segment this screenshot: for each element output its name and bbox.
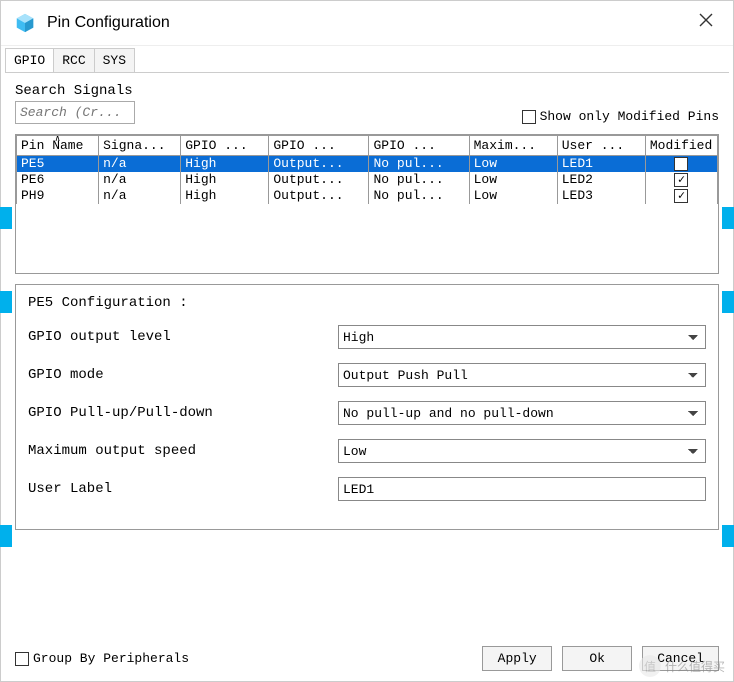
config-select[interactable]: High — [338, 325, 706, 349]
close-icon — [699, 13, 713, 27]
col-maximum[interactable]: Maxim... — [469, 136, 557, 156]
table-cell: Output... — [269, 156, 369, 173]
table-cell: Low — [469, 188, 557, 204]
table-cell: LED1 — [557, 156, 645, 173]
table-cell: LED3 — [557, 188, 645, 204]
table-cell: No pul... — [369, 172, 469, 188]
table-row[interactable]: PH9n/aHighOutput...No pul...LowLED3 — [17, 188, 718, 204]
decoration — [722, 207, 734, 229]
show-only-label: Show only Modified Pins — [540, 109, 719, 124]
config-row: GPIO modeOutput Push Pull — [28, 363, 706, 387]
table-cell: No pul... — [369, 156, 469, 173]
decoration — [0, 525, 12, 547]
table-cell: Output... — [269, 172, 369, 188]
modified-cell[interactable] — [645, 156, 717, 173]
col-gpio-3[interactable]: GPIO ... — [369, 136, 469, 156]
col-user[interactable]: User ... — [557, 136, 645, 156]
config-label: GPIO Pull-up/Pull-down — [28, 405, 338, 421]
table-cell: PE6 — [17, 172, 99, 188]
pin-table[interactable]: ∧Pin Name Signa... GPIO ... GPIO ... GPI… — [15, 134, 719, 274]
tab-gpio[interactable]: GPIO — [5, 48, 54, 72]
col-pin-name[interactable]: ∧Pin Name — [17, 136, 99, 156]
cube-icon — [13, 11, 37, 35]
pin-config-panel: PE5 Configuration : GPIO output levelHig… — [15, 284, 719, 530]
config-label: GPIO mode — [28, 367, 338, 383]
search-input[interactable] — [15, 101, 135, 124]
checkbox-icon — [674, 189, 688, 203]
decoration — [722, 291, 734, 313]
table-cell: n/a — [99, 172, 181, 188]
table-cell: n/a — [99, 188, 181, 204]
table-header-row: ∧Pin Name Signa... GPIO ... GPIO ... GPI… — [17, 136, 718, 156]
col-modified[interactable]: Modified — [645, 136, 717, 156]
table-cell: LED2 — [557, 172, 645, 188]
table-row[interactable]: PE5n/aHighOutput...No pul...LowLED1 — [17, 156, 718, 173]
config-title: PE5 Configuration : — [28, 295, 706, 311]
config-select[interactable]: Output Push Pull — [338, 363, 706, 387]
config-row: User Label — [28, 477, 706, 501]
table-cell: High — [181, 172, 269, 188]
config-text-input[interactable] — [338, 477, 706, 501]
table-row[interactable]: PE6n/aHighOutput...No pul...LowLED2 — [17, 172, 718, 188]
checkbox-icon — [674, 173, 688, 187]
modified-cell[interactable] — [645, 188, 717, 204]
table-cell: PH9 — [17, 188, 99, 204]
decoration — [722, 525, 734, 547]
search-label: Search Signals — [15, 83, 135, 99]
sort-icon: ∧ — [55, 136, 60, 145]
checkbox-icon — [522, 110, 536, 124]
col-signal[interactable]: Signa... — [99, 136, 181, 156]
window-title: Pin Configuration — [47, 14, 691, 32]
decoration — [0, 207, 12, 229]
config-row: GPIO output levelHigh — [28, 325, 706, 349]
group-by-peripherals-checkbox[interactable]: Group By Peripherals — [15, 651, 189, 666]
modified-cell[interactable] — [645, 172, 717, 188]
table-cell: High — [181, 156, 269, 173]
table-cell: High — [181, 188, 269, 204]
config-select[interactable]: Low — [338, 439, 706, 463]
titlebar: Pin Configuration — [1, 1, 733, 46]
checkbox-icon — [15, 652, 29, 666]
col-gpio-2[interactable]: GPIO ... — [269, 136, 369, 156]
ok-button[interactable]: Ok — [562, 646, 632, 671]
tab-sys[interactable]: SYS — [94, 48, 135, 72]
cancel-button[interactable]: Cancel — [642, 646, 719, 671]
group-by-label: Group By Peripherals — [33, 651, 189, 666]
config-row: GPIO Pull-up/Pull-downNo pull-up and no … — [28, 401, 706, 425]
show-only-modified-checkbox[interactable]: Show only Modified Pins — [522, 109, 719, 124]
table-cell: PE5 — [17, 156, 99, 173]
table-cell: No pul... — [369, 188, 469, 204]
config-label: Maximum output speed — [28, 443, 338, 459]
checkbox-icon — [674, 157, 688, 171]
tab-rcc[interactable]: RCC — [53, 48, 94, 72]
table-cell: n/a — [99, 156, 181, 173]
table-cell: Low — [469, 172, 557, 188]
tabs: GPIO RCC SYS — [5, 48, 729, 73]
close-button[interactable] — [691, 9, 721, 37]
config-row: Maximum output speedLow — [28, 439, 706, 463]
apply-button[interactable]: Apply — [482, 646, 552, 671]
col-gpio-1[interactable]: GPIO ... — [181, 136, 269, 156]
config-label: GPIO output level — [28, 329, 338, 345]
table-cell: Low — [469, 156, 557, 173]
decoration — [0, 291, 12, 313]
config-select[interactable]: No pull-up and no pull-down — [338, 401, 706, 425]
config-label: User Label — [28, 481, 338, 497]
table-cell: Output... — [269, 188, 369, 204]
